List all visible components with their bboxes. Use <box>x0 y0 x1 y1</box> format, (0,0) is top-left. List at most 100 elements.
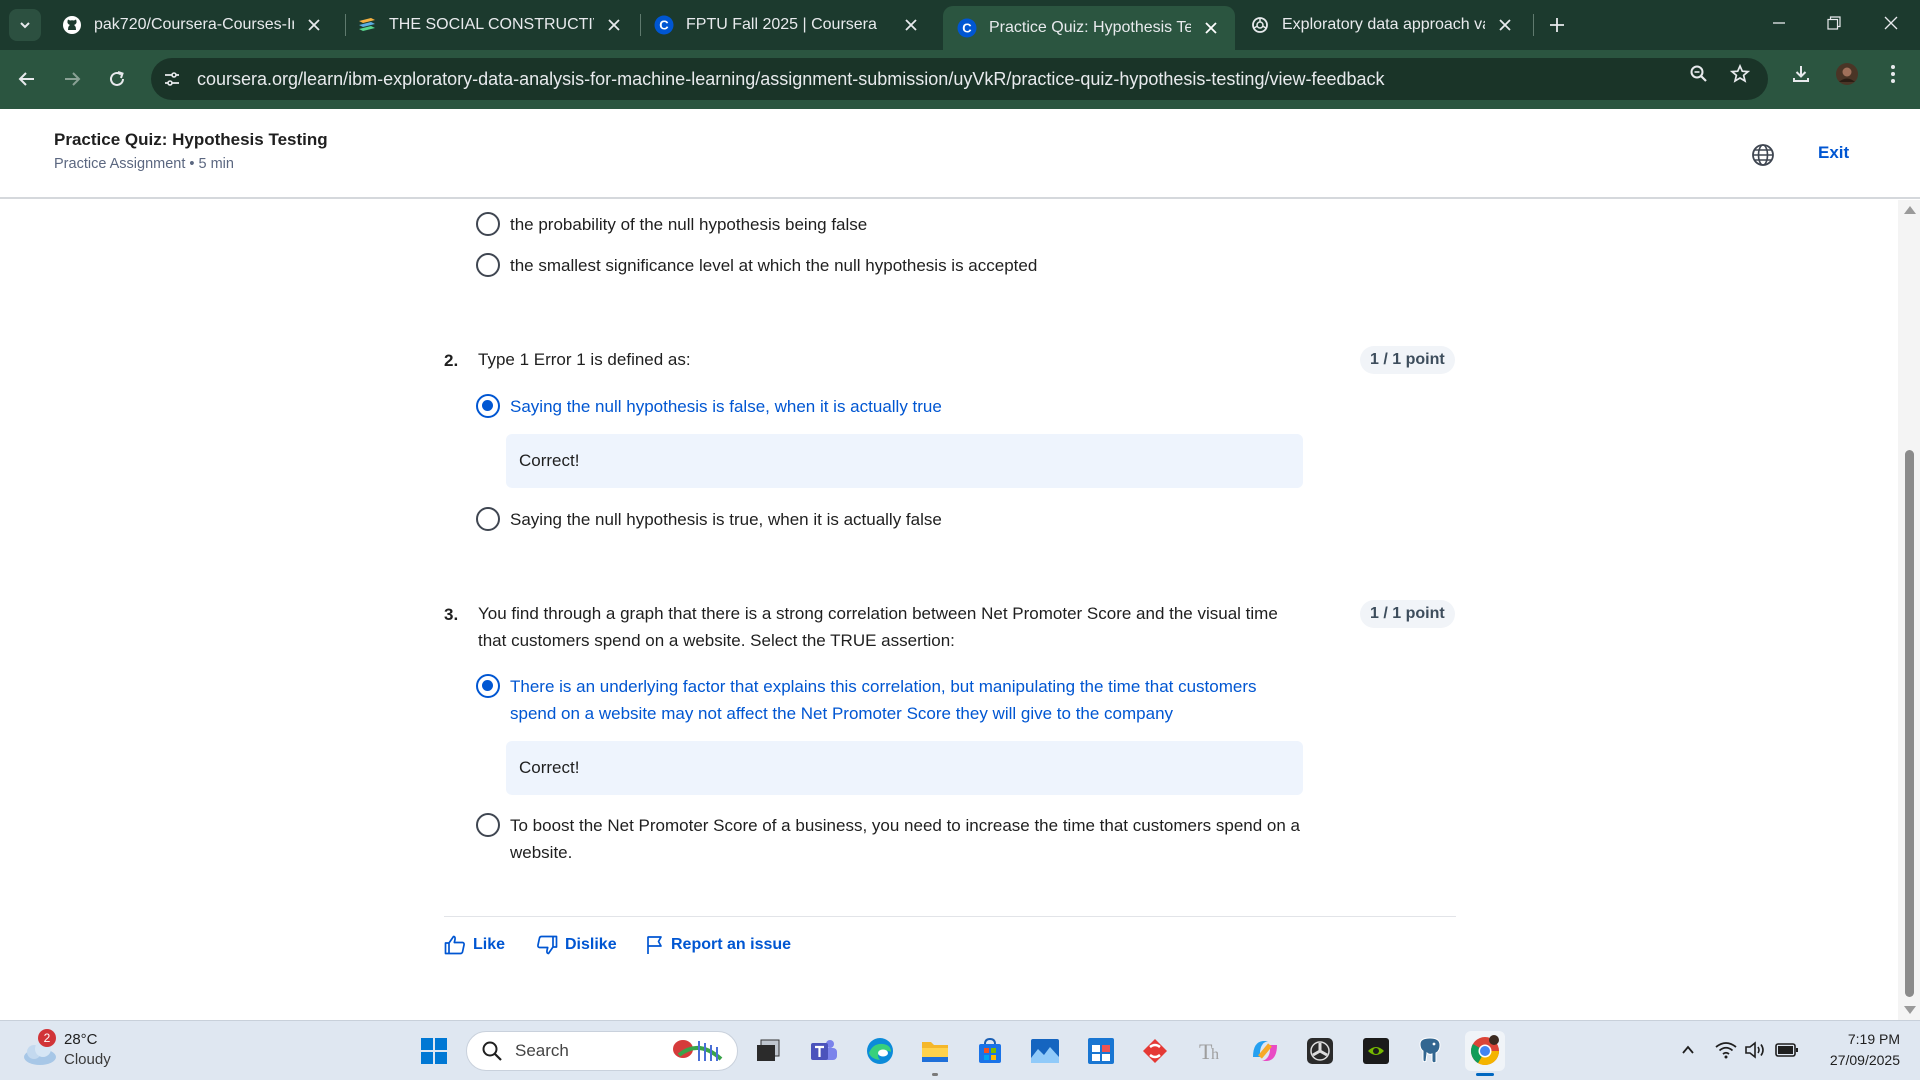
like-button[interactable]: Like <box>444 935 505 955</box>
zoom-button[interactable] <box>1683 58 1715 90</box>
address-bar[interactable]: coursera.org/learn/ibm-exploratory-data-… <box>151 58 1768 100</box>
weather-description: Cloudy <box>64 1051 111 1068</box>
points-badge: 1 / 1 point <box>1360 600 1455 628</box>
close-icon[interactable] <box>901 15 921 35</box>
language-button[interactable] <box>1750 142 1776 168</box>
tab-social-constructive[interactable]: THE SOCIAL CONSTRUCTIVE LE <box>343 6 638 44</box>
calendar-icon <box>1088 1038 1114 1064</box>
elephant-icon <box>1419 1037 1441 1064</box>
radio-button[interactable] <box>476 253 500 277</box>
store-app[interactable] <box>970 1031 1010 1071</box>
scrollbar[interactable] <box>1898 200 1920 1020</box>
restore-button[interactable] <box>1805 0 1863 46</box>
taskbar-search[interactable]: Search <box>466 1031 738 1071</box>
radio-button-selected[interactable] <box>476 394 500 418</box>
answer-option[interactable]: Saying the null hypothesis is true, when… <box>476 506 942 533</box>
scroll-up-arrow[interactable] <box>1904 206 1916 214</box>
task-view-button[interactable] <box>748 1031 788 1071</box>
tab-title: pak720/Coursera-Courses-Intro <box>94 16 294 33</box>
nvidia-app[interactable] <box>1356 1031 1396 1071</box>
volume-status[interactable] <box>1742 1035 1768 1065</box>
tab-fptu-coursera[interactable]: C FPTU Fall 2025 | Coursera <box>640 6 935 44</box>
minimize-button[interactable] <box>1750 0 1808 46</box>
radio-button-selected[interactable] <box>476 674 500 698</box>
tab-practice-quiz[interactable]: C Practice Quiz: Hypothesis Testin <box>943 6 1235 50</box>
openai-icon <box>1250 15 1270 35</box>
report-issue-button[interactable]: Report an issue <box>646 935 791 955</box>
tab-title: Practice Quiz: Hypothesis Testin <box>989 19 1191 36</box>
weather-temperature: 28°C <box>64 1031 98 1048</box>
avatar-icon <box>1836 63 1858 85</box>
scrollbar-thumb[interactable] <box>1905 450 1914 997</box>
question-text: Type 1 Error 1 is defined as: <box>478 350 691 369</box>
browser-tab-strip: pak720/Coursera-Courses-Intro THE SOCIAL… <box>0 0 1920 50</box>
exit-button[interactable]: Exit <box>1818 143 1849 163</box>
radio-button[interactable] <box>476 507 500 531</box>
windows-taskbar: 2 28°C Cloudy Search Th 7:19 PM 27/09/20… <box>0 1020 1920 1080</box>
profile-avatar[interactable] <box>1831 58 1863 90</box>
close-icon[interactable] <box>304 15 324 35</box>
wifi-status[interactable] <box>1713 1035 1739 1065</box>
answer-option[interactable]: the smallest significance level at which… <box>476 252 1037 279</box>
answer-option-selected[interactable]: Saying the null hypothesis is false, whe… <box>476 393 942 420</box>
fan-control-app[interactable] <box>1300 1031 1340 1071</box>
edge-app[interactable] <box>860 1031 900 1071</box>
close-icon[interactable] <box>1201 18 1221 38</box>
teams-app[interactable] <box>804 1031 844 1071</box>
answer-option[interactable]: the probability of the null hypothesis b… <box>476 211 867 238</box>
option-text: the smallest significance level at which… <box>510 256 1038 275</box>
windows-icon <box>421 1038 447 1064</box>
minimize-icon <box>1773 22 1785 24</box>
chrome-icon <box>1471 1035 1499 1065</box>
photos-app[interactable] <box>1025 1031 1065 1071</box>
nvidia-icon <box>1363 1038 1389 1064</box>
scroll-down-arrow[interactable] <box>1904 1006 1916 1014</box>
new-tab-button[interactable] <box>1543 11 1571 39</box>
tab-exploratory-chatgpt[interactable]: Exploratory data approach valid <box>1236 6 1529 44</box>
calendar-app[interactable] <box>1081 1031 1121 1071</box>
browser-menu-button[interactable] <box>1877 58 1909 90</box>
question-number: 3. <box>444 605 459 624</box>
radio-button[interactable] <box>476 212 500 236</box>
radio-button[interactable] <box>476 813 500 837</box>
page-header: Practice Quiz: Hypothesis Testing Practi… <box>0 109 1920 199</box>
bookmark-button[interactable] <box>1724 58 1756 90</box>
quiz-content: the probability of the null hypothesis b… <box>0 200 1898 1020</box>
tab-search-button[interactable] <box>9 9 41 41</box>
dislike-button[interactable]: Dislike <box>536 935 617 955</box>
back-button[interactable] <box>11 63 43 95</box>
chevron-up-icon <box>1682 1045 1694 1054</box>
file-explorer-app[interactable] <box>915 1031 955 1071</box>
tab-github[interactable]: pak720/Coursera-Courses-Intro <box>48 6 338 44</box>
chrome-app[interactable] <box>1465 1031 1505 1071</box>
teams-icon <box>811 1040 837 1060</box>
close-icon[interactable] <box>604 15 624 35</box>
clock-date: 27/09/2025 <box>1829 1052 1900 1068</box>
typora-app[interactable]: Th <box>1190 1031 1230 1071</box>
stack-icon <box>357 15 377 35</box>
close-icon[interactable] <box>1495 15 1515 35</box>
copilot-app[interactable] <box>1245 1031 1285 1071</box>
answer-option-selected[interactable]: There is an underlying factor that expla… <box>476 673 1257 727</box>
option-text: Saying the null hypothesis is true, when… <box>510 510 942 529</box>
git-app[interactable] <box>1135 1031 1175 1071</box>
start-button[interactable] <box>414 1031 454 1071</box>
weather-widget[interactable]: 2 28°C Cloudy <box>20 1029 130 1073</box>
forward-button[interactable] <box>56 63 88 95</box>
url-text[interactable]: coursera.org/learn/ibm-exploratory-data-… <box>197 69 1385 90</box>
system-clock[interactable]: 7:19 PM 27/09/2025 <box>1810 1029 1900 1071</box>
reload-button[interactable] <box>101 63 133 95</box>
show-hidden-icons[interactable] <box>1675 1035 1701 1065</box>
downloads-button[interactable] <box>1785 58 1817 90</box>
postgresql-app[interactable] <box>1410 1031 1450 1071</box>
close-window-button[interactable] <box>1862 0 1920 46</box>
option-text: Saying the null hypothesis is false, whe… <box>510 397 942 416</box>
battery-status[interactable] <box>1774 1035 1800 1065</box>
thumbs-up-icon <box>444 935 465 955</box>
site-info-icon[interactable] <box>157 64 187 94</box>
running-indicator <box>932 1073 938 1076</box>
tab-title: FPTU Fall 2025 | Coursera <box>686 16 877 33</box>
typora-icon: Th <box>1199 1039 1219 1064</box>
answer-option[interactable]: To boost the Net Promoter Score of a bus… <box>476 812 1300 866</box>
active-indicator <box>1476 1073 1494 1076</box>
